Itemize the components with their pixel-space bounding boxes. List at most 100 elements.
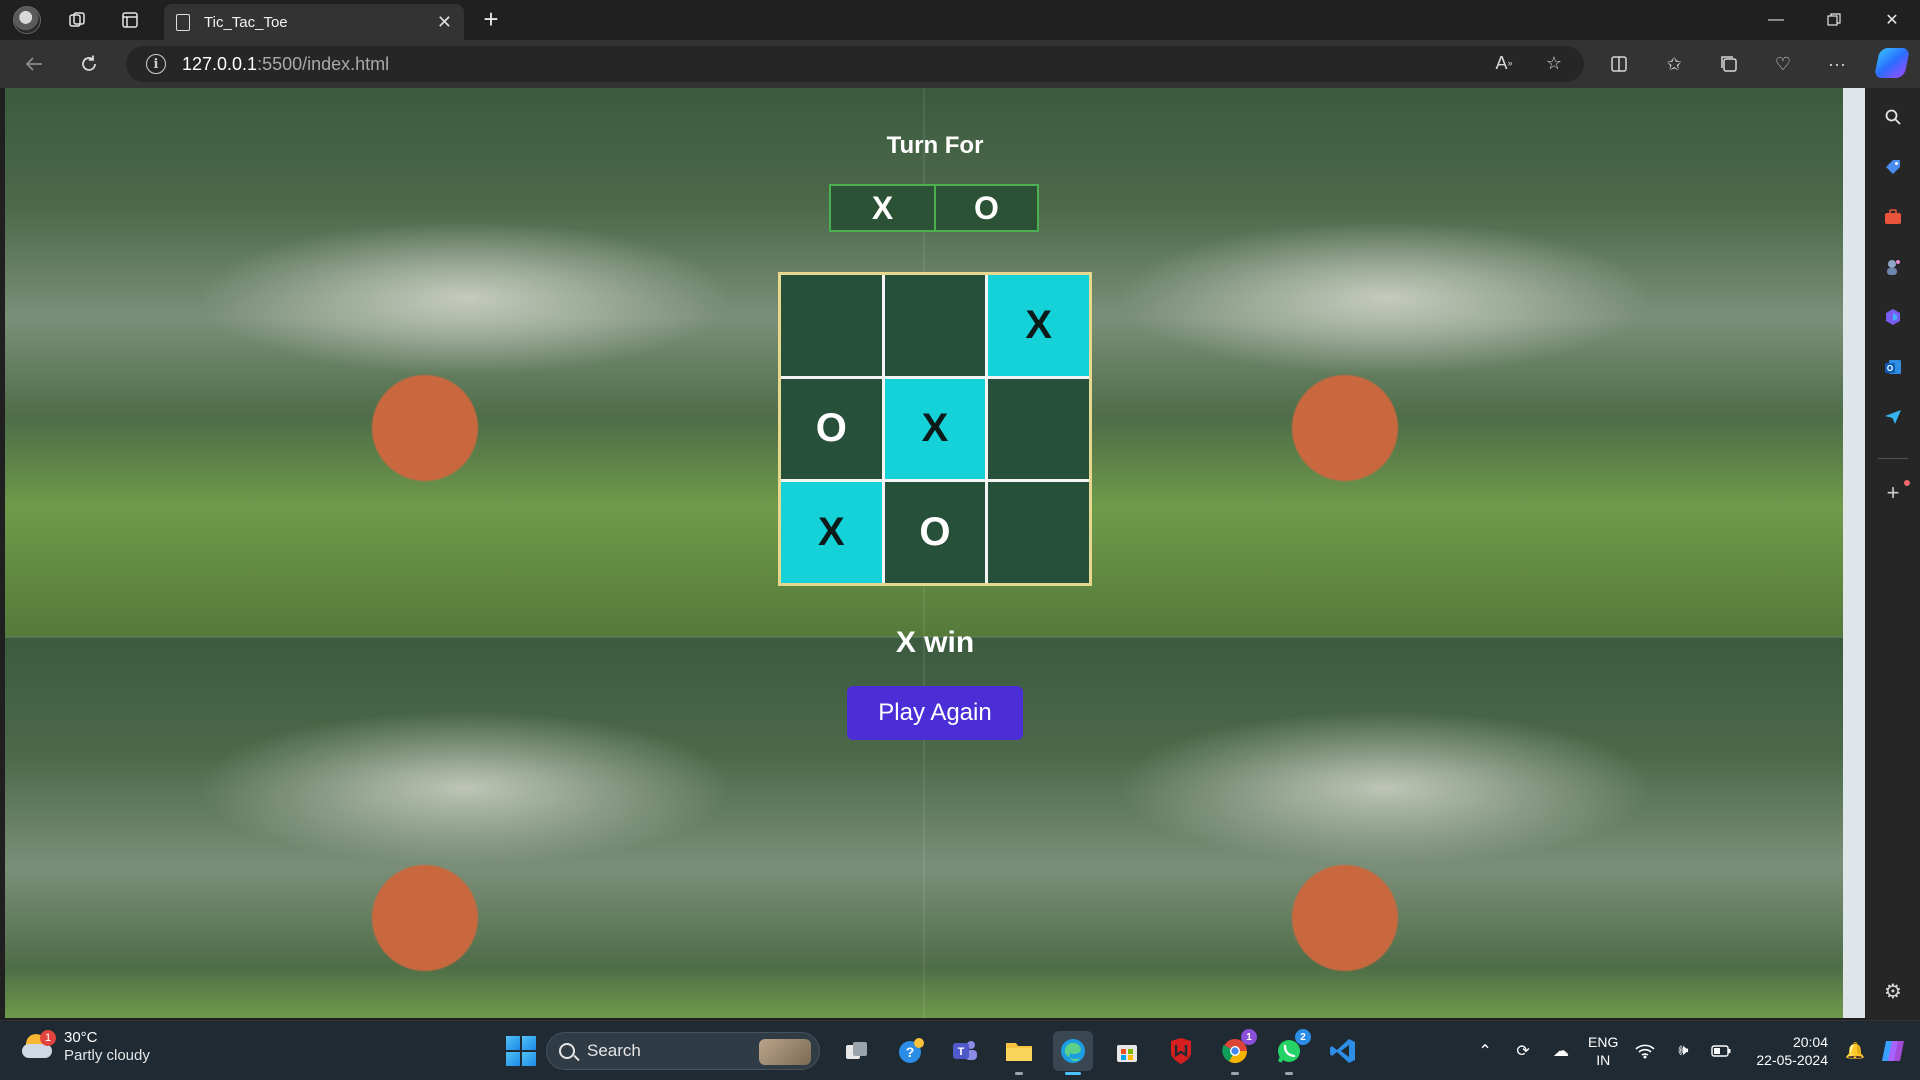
svg-text:?: ? — [906, 1044, 915, 1060]
sidebar-divider — [1878, 458, 1908, 459]
board-cell-6[interactable] — [988, 378, 1089, 480]
board-cell-7[interactable]: X — [781, 482, 882, 583]
restore-button[interactable] — [1806, 0, 1862, 40]
running-indicator — [1015, 1072, 1023, 1075]
play-again-button[interactable]: Play Again — [847, 686, 1023, 740]
weather-temperature: 30°C — [64, 1029, 98, 1046]
back-arrow-icon[interactable] — [18, 50, 50, 78]
more-options-icon[interactable]: ··· — [1822, 50, 1852, 78]
browser-tab-strip: Tic_Tac_Toe ✕ + — ✕ — [0, 0, 1920, 40]
browser-essentials-icon[interactable]: ♡ — [1768, 50, 1798, 78]
whatsapp-badge: 2 — [1295, 1029, 1311, 1045]
url-host: 127.0.0.1 — [182, 53, 258, 74]
microsoft-store-icon[interactable] — [1107, 1031, 1147, 1071]
language-code: ENG — [1588, 1034, 1619, 1050]
turn-o: O — [934, 186, 1037, 230]
document-icon — [176, 13, 190, 31]
split-screen-icon[interactable] — [1604, 50, 1634, 78]
turn-x: X — [831, 186, 934, 230]
browser-toolbar: i 127.0.0.1:5500/index.html A» ☆ ✩ ♡ ··· — [0, 40, 1920, 88]
help-app-icon[interactable]: ? — [891, 1031, 931, 1071]
refresh-icon[interactable] — [73, 50, 105, 78]
search-icon[interactable] — [1880, 104, 1906, 130]
task-view-icon[interactable] — [837, 1031, 877, 1071]
chrome-icon[interactable]: 1 — [1215, 1029, 1257, 1075]
weather-badge: 1 — [40, 1030, 56, 1046]
start-windows-icon[interactable] — [506, 1036, 536, 1066]
tab-tic-tac-toe[interactable]: Tic_Tac_Toe ✕ — [164, 4, 464, 40]
board-cell-9[interactable] — [988, 482, 1089, 583]
favorites-icon[interactable]: ✩ — [1659, 50, 1689, 78]
clock-time: 20:04 — [1792, 1034, 1828, 1050]
region-code: IN — [1596, 1052, 1611, 1068]
search-icon — [559, 1043, 575, 1059]
battery-icon[interactable] — [1706, 1036, 1736, 1066]
tab-title: Tic_Tac_Toe — [204, 13, 288, 31]
whatsapp-icon[interactable]: 2 — [1269, 1029, 1311, 1075]
profile-avatar[interactable] — [13, 6, 41, 34]
search-label: Search — [587, 1041, 641, 1060]
workspaces-icon[interactable] — [62, 6, 92, 34]
clock-date: 22-05-2024 — [1756, 1052, 1828, 1068]
turn-title: Turn For — [886, 132, 984, 159]
board-cell-3[interactable]: X — [988, 275, 1089, 376]
copilot-app-icon[interactable] — [1880, 304, 1906, 330]
running-indicator — [1231, 1072, 1239, 1075]
send-icon[interactable] — [1880, 404, 1906, 430]
sync-icon[interactable]: ⟳ — [1508, 1036, 1538, 1066]
collections-icon[interactable] — [1714, 50, 1744, 78]
minimize-button[interactable]: — — [1748, 0, 1804, 40]
site-info-icon[interactable]: i — [146, 54, 166, 74]
board-cell-8[interactable]: O — [884, 482, 986, 583]
weather-description: Partly cloudy — [64, 1047, 150, 1064]
tab-actions-icon[interactable] — [115, 6, 145, 34]
taskbar-apps: Search ? T 1 2 — [500, 1027, 1370, 1075]
sidebar-settings-gear-icon[interactable]: ⚙ — [1880, 978, 1906, 1004]
edge-sidebar: O + ⚙ — [1866, 88, 1920, 1020]
notification-dot — [1904, 480, 1910, 486]
taskbar-search[interactable]: Search — [546, 1032, 820, 1070]
games-icon[interactable] — [1880, 254, 1906, 280]
turn-indicator: X O — [829, 184, 1039, 232]
notification-bell-icon[interactable]: 🔔 — [1840, 1036, 1870, 1066]
board-cell-1[interactable] — [781, 275, 882, 376]
board-cell-4[interactable]: O — [781, 378, 882, 480]
copilot-taskbar-icon[interactable] — [1878, 1036, 1908, 1066]
outlook-icon[interactable]: O — [1880, 354, 1906, 380]
board-cell-5[interactable]: X — [884, 378, 986, 480]
running-indicator — [1285, 1072, 1293, 1075]
tools-briefcase-icon[interactable] — [1880, 204, 1906, 230]
close-tab-icon[interactable]: ✕ — [437, 12, 452, 33]
svg-text:T: T — [958, 1046, 965, 1058]
file-explorer-icon[interactable] — [999, 1031, 1039, 1075]
input-language[interactable]: ENG IN — [1588, 1033, 1618, 1069]
add-sidebar-app-icon[interactable]: + — [1880, 480, 1906, 506]
clock[interactable]: 20:04 22-05-2024 — [1756, 1033, 1828, 1069]
page-viewport: Turn For X O X O X X O X win Play Again — [5, 88, 1865, 1018]
partly-cloudy-icon: 1 — [22, 1030, 56, 1062]
onedrive-icon[interactable]: ☁ — [1546, 1036, 1576, 1066]
edge-browser-icon[interactable] — [1053, 1031, 1093, 1075]
show-hidden-icons-chevron-icon[interactable]: ⌃ — [1470, 1036, 1500, 1066]
board-cell-2[interactable] — [884, 275, 986, 376]
windows-taskbar: 1 30°C Partly cloudy Search ? T 1 2 ⌃ ⟳ … — [0, 1020, 1920, 1080]
tic-tac-toe-game: Turn For X O X O X X O X win Play Again — [5, 88, 1865, 1018]
system-tray: ⌃ ⟳ ☁ ENG IN 🕪 20:04 22-05-2024 🔔 — [1466, 1021, 1920, 1080]
read-aloud-icon[interactable]: A» — [1489, 48, 1519, 78]
result-message: X win — [895, 626, 975, 659]
wifi-icon[interactable] — [1630, 1036, 1660, 1066]
favorite-star-icon[interactable]: ☆ — [1539, 48, 1569, 78]
active-indicator — [1065, 1072, 1081, 1075]
vscode-icon[interactable] — [1323, 1031, 1363, 1071]
svg-text:O: O — [1887, 364, 1893, 373]
teams-icon[interactable]: T — [945, 1031, 985, 1071]
close-window-button[interactable]: ✕ — [1864, 0, 1920, 40]
weather-widget[interactable]: 1 30°C Partly cloudy — [22, 1029, 150, 1065]
address-bar[interactable]: i 127.0.0.1:5500/index.html — [126, 46, 1584, 82]
mcafee-icon[interactable] — [1161, 1031, 1201, 1071]
game-board: X O X X O — [778, 272, 1092, 586]
shopping-tag-icon[interactable] — [1880, 154, 1906, 180]
volume-icon[interactable]: 🕪 — [1668, 1036, 1698, 1066]
new-tab-button[interactable]: + — [476, 6, 506, 34]
chrome-badge: 1 — [1241, 1029, 1257, 1045]
